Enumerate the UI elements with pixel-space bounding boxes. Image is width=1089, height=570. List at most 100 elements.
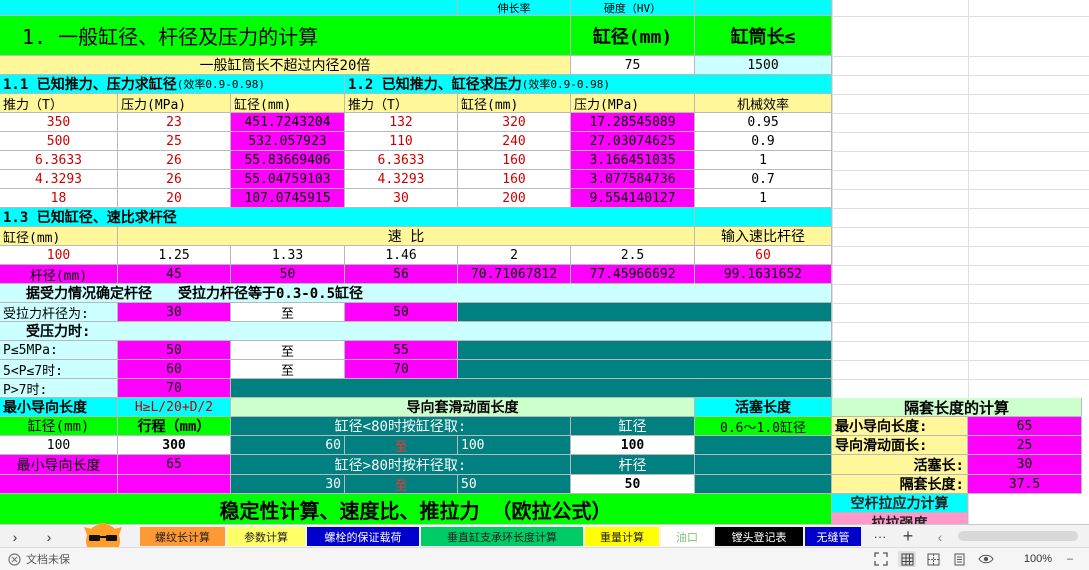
spacer-row4-value[interactable]: 37.5 [968,475,1082,494]
tab-scroll-right-icon[interactable]: › [40,527,58,546]
sheet-tab[interactable]: 参数计算 [227,527,305,546]
force-title[interactable]: 据受力情况确定杆径 受拉力杆径等于0.3-0.5缸径 [0,284,832,303]
horizontal-scrollbar[interactable] [958,531,1078,541]
p2-label[interactable]: 5<P≤7时: [0,360,118,379]
sheet-tab[interactable]: 重量计算 [585,527,659,546]
rod-result-label[interactable]: 杆径 [571,455,695,475]
eye-protection-icon[interactable] [976,551,996,567]
cell[interactable] [458,303,832,322]
tab-scroll-left-icon[interactable]: › [6,527,24,546]
header-pressure-2[interactable]: 压力(MPa) [571,94,695,113]
spacer-row4-label[interactable]: 隔套长度: [832,475,968,494]
bore-input-2[interactable]: 160 [458,170,571,189]
stability-title[interactable]: 稳定性计算、速度比、推拉力 （欧拉公式） [0,494,832,524]
header-bore-2[interactable]: 缸径(mm) [458,94,571,113]
efficiency-input[interactable]: 0.95 [695,113,832,132]
sheet-tab[interactable]: 油口 [661,527,713,546]
compress-title[interactable]: 受压力时: [0,322,832,341]
stroke-header[interactable]: 行程（mm） [118,417,231,436]
section13-title[interactable]: 1.3 已知缸径、速比求杆径 [0,208,695,227]
lt-to[interactable]: 至 [345,436,458,455]
tensile-title[interactable]: 拉拉强度 [832,513,968,524]
guide-formula[interactable]: H≥L/20+D/2 [118,398,231,417]
ratio-cell[interactable]: 2.5 [571,246,695,265]
cell[interactable] [458,341,832,360]
rod-stress-title[interactable]: 空杆拉应力计算 [832,494,968,513]
ratio-cell[interactable]: 1.25 [118,246,231,265]
rod-result[interactable]: 50 [571,475,695,494]
cell[interactable] [695,208,832,227]
p1-to[interactable]: 至 [231,341,345,360]
cell-hardness[interactable]: 硬度（HV） [571,0,695,16]
spacer-row3-value[interactable]: 30 [968,455,1082,475]
thrust-input-2[interactable]: 30 [345,189,458,208]
thrust-input[interactable]: 350 [0,113,118,132]
input-ratio-value[interactable]: 60 [695,246,832,265]
stroke-input[interactable]: 300 [118,436,231,455]
bore-input[interactable]: 75 [571,56,695,75]
more-sheets-button[interactable]: ··· [868,527,892,546]
zoom-out-icon[interactable]: – [1060,551,1080,567]
cell[interactable] [695,436,832,455]
p1-lo[interactable]: 50 [118,341,231,360]
bore-header[interactable]: 缸径(mm) [571,16,695,56]
efficiency-input[interactable]: 1 [695,189,832,208]
bore-result[interactable]: 55.83669406 [231,151,345,170]
tension-lo[interactable]: 30 [118,303,231,322]
p2-lo[interactable]: 60 [118,360,231,379]
p2-hi[interactable]: 70 [345,360,458,379]
section11-title[interactable]: 1.1 已知推力、压力求缸径 (效率0.9-0.98) [0,75,345,94]
guide-bore-input[interactable]: 100 [0,436,118,455]
spacer-row3-label[interactable]: 活塞长: [832,455,968,475]
pressure-input[interactable]: 26 [118,170,231,189]
efficiency-input[interactable]: 1 [695,151,832,170]
p1-hi[interactable]: 55 [345,341,458,360]
header-pressure[interactable]: 压力(MPa) [118,94,231,113]
header-thrust-2[interactable]: 推力（T） [345,94,458,113]
cell[interactable] [0,0,458,16]
cell[interactable] [118,475,231,494]
pressure-input[interactable]: 20 [118,189,231,208]
rod-cell[interactable]: 70.71067812 [458,265,571,284]
pressure-result[interactable]: 3.077584736 [571,170,695,189]
rod-cell[interactable]: 56 [345,265,458,284]
scroll-left-icon[interactable]: ‹ [928,527,952,546]
speed-ratio-header[interactable]: 速 比 [118,227,695,246]
cell[interactable] [231,379,832,398]
spreadsheet-grid[interactable]: 伸长率 硬度（HV） 1. 一般缸径、杆径及压力的计算 缸径(mm) 缸筒长≤ … [0,0,1089,524]
spacer-row1-label[interactable]: 最小导向长度: [832,417,968,436]
ratio-cell[interactable]: 1.46 [345,246,458,265]
cell[interactable] [695,455,832,475]
ratio-cell[interactable]: 2 [458,246,571,265]
header-thrust[interactable]: 推力（T） [0,94,118,113]
sheet-tab[interactable]: 无缝管 [805,527,861,546]
cell-elongation[interactable]: 伸长率 [458,0,571,16]
min-guide-label[interactable]: 最小导向长度 [0,455,118,475]
thrust-input[interactable]: 6.3633 [0,151,118,170]
add-sheet-button[interactable]: + [896,527,920,546]
pressure-result[interactable]: 3.166451035 [571,151,695,170]
bore-input-2[interactable]: 240 [458,132,571,151]
rod-cell[interactable]: 99.1631652 [695,265,832,284]
pressure-input[interactable]: 23 [118,113,231,132]
spacer-row2-label[interactable]: 导向滑动面长: [832,436,968,455]
thrust-input-2[interactable]: 6.3633 [345,151,458,170]
pressure-input[interactable]: 26 [118,151,231,170]
bore-input-2[interactable]: 320 [458,113,571,132]
bore-result[interactable]: 532.057923 [231,132,345,151]
ratio-cell[interactable]: 1.33 [231,246,345,265]
min-guide-title[interactable]: 最小导向长度 [0,398,118,417]
cell[interactable] [695,475,832,494]
header-efficiency[interactable]: 机械效率 [695,94,832,113]
thrust-input-2[interactable]: 4.3293 [345,170,458,189]
lt80-label[interactable]: 缸径<80时按缸径取: [231,417,571,436]
barrel-length-header[interactable]: 缸筒长≤ [695,16,832,56]
pressure-result[interactable]: 27.03074625 [571,132,695,151]
input-ratio-header[interactable]: 输入速比杆径 [695,227,832,246]
thrust-input[interactable]: 18 [0,189,118,208]
guide-bore-header[interactable]: 缸径(mm) [0,417,118,436]
barrel-note[interactable]: 一般缸筒长不超过内径20倍 [0,56,571,75]
efficiency-input[interactable]: 0.9 [695,132,832,151]
p2-to[interactable]: 至 [231,360,345,379]
p3-label[interactable]: P>7时: [0,379,118,398]
